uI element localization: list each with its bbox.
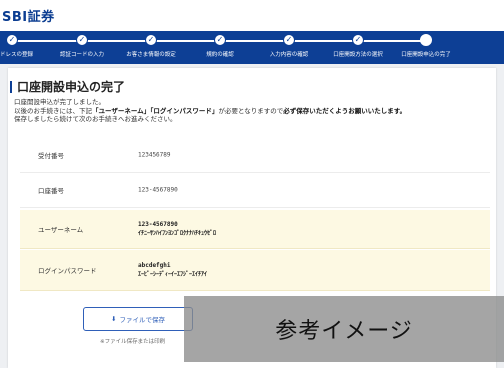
account-number-value: 123-4567890 — [138, 186, 178, 194]
step-check-icon: ✓ — [76, 34, 88, 46]
save-button-label: ファイルで保存 — [119, 316, 165, 324]
completion-notice: 口座開設申込が完了しました。 以後のお手続きには、下記「ユーザーネーム」「ログイ… — [14, 98, 490, 124]
step-check-icon: ✓ — [352, 34, 364, 46]
sbi-logo[interactable]: SBI証券 — [2, 6, 55, 25]
row-label: ユーザーネーム — [38, 226, 84, 234]
username-row: ユーザーネーム 123-4567890 ｲﾁﾆｰｻﾝﾊｲﾌﾝﾖﾝｺﾞﾛｸﾅﾅﾊﾁ… — [20, 210, 490, 249]
site-header: SBI証券 — [0, 0, 504, 31]
page-title: 口座開設申込の完了 — [17, 80, 126, 94]
save-to-file-button[interactable]: ⬇ ファイルで保存 — [83, 307, 193, 331]
notice-text: 以後のお手続きには、下記 — [14, 106, 92, 115]
save-footnote: ※ファイル保存または印刷 — [100, 339, 166, 345]
step-label: 口座開設方法の選択 — [333, 52, 383, 58]
step-current-dot-icon — [420, 34, 432, 46]
row-label: 口座番号 — [38, 187, 64, 195]
notice-line: 口座開設申込が完了しました。 — [14, 98, 105, 106]
title-accent-bar — [10, 81, 12, 93]
step-check-icon: ✓ — [6, 34, 18, 46]
notice-emphasis: 「ユーザーネーム」「ログインパスワード」 — [92, 106, 219, 115]
notice-line: 保存しましたら続けて次のお手続きへお進みください。 — [14, 115, 177, 123]
username-text: 123-4567890 — [138, 221, 178, 228]
step-label: ドレスの登録 — [0, 52, 34, 58]
progress-stepper: ✓ ✓ ✓ ✓ ✓ ✓ ドレスの登録 認証コードの入力 お客さま情報の設定 規約… — [0, 31, 504, 64]
username-value: 123-4567890 ｲﾁﾆｰｻﾝﾊｲﾌﾝﾖﾝｺﾞﾛｸﾅﾅﾊﾁｷｭｳｾﾞﾛ — [138, 220, 216, 238]
notice-line: 以後のお手続きには、下記「ユーザーネーム」「ログインパスワード」が必要となります… — [14, 107, 490, 116]
sample-image-overlay: 参考イメージ — [184, 296, 504, 362]
username-reading: ｲﾁﾆｰｻﾝﾊｲﾌﾝﾖﾝｺﾞﾛｸﾅﾅﾊﾁｷｭｳｾﾞﾛ — [138, 230, 217, 237]
step-check-icon: ✓ — [145, 34, 157, 46]
notice-text: が必要となりますので — [218, 106, 284, 115]
row-label: 受付番号 — [38, 152, 64, 160]
password-reading: ｴｰﾋﾞｰｼｰﾃﾞｨｰｲｰｴﾌｼﾞｰｴｲﾁｱｲ — [138, 271, 208, 278]
step-label: 規約の確認 — [206, 52, 234, 58]
step-check-icon: ✓ — [214, 34, 226, 46]
receipt-number-row: 受付番号 123456789 — [20, 138, 490, 173]
step-label: 入力内容の確認 — [269, 52, 309, 58]
receipt-number-value: 123456789 — [138, 151, 171, 159]
notice-emphasis: 必ず保存いただくようお願いいたします。 — [283, 106, 407, 115]
step-label: 口座開設申込の完了 — [401, 52, 451, 58]
step-check-icon: ✓ — [283, 34, 295, 46]
download-icon: ⬇ — [111, 315, 117, 323]
account-number-row: 口座番号 123-4567890 — [20, 173, 490, 208]
password-text: abcdefghi — [138, 262, 171, 269]
password-value: abcdefghi ｴｰﾋﾞｰｼｰﾃﾞｨｰｲｰｴﾌｼﾞｰｴｲﾁｱｲ — [138, 261, 207, 279]
step-label: 認証コードの入力 — [59, 52, 105, 58]
login-password-row: ログインパスワード abcdefghi ｴｰﾋﾞｰｼｰﾃﾞｨｰｲｰｴﾌｼﾞｰｴｲ… — [20, 250, 490, 291]
row-label: ログインパスワード — [38, 267, 97, 275]
step-label: お客さま情報の設定 — [126, 52, 176, 58]
